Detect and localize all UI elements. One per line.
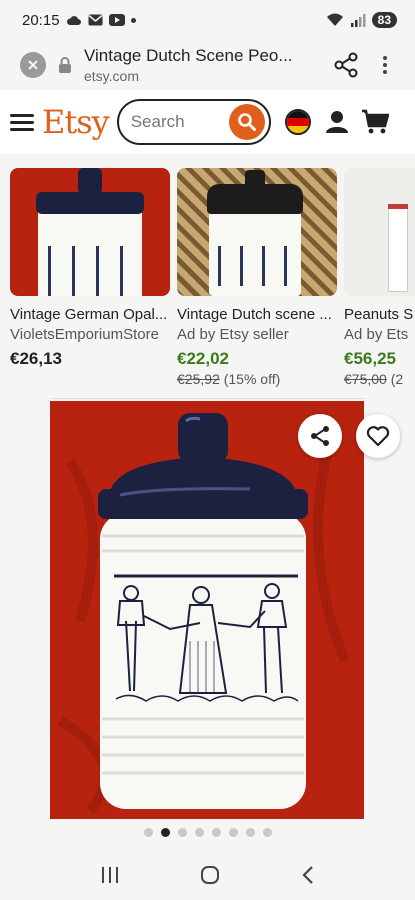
pagination-dot[interactable] [177, 828, 187, 837]
listing-image[interactable] [10, 168, 170, 296]
listing-price: €56,25 [344, 349, 396, 368]
youtube-icon [108, 14, 125, 26]
listing-title[interactable]: Vintage German Opal... [10, 306, 170, 323]
listing-card[interactable]: Vintage Dutch scene ... Ad by Etsy selle… [177, 168, 337, 387]
system-nav-bar [0, 850, 415, 900]
etsy-logo[interactable]: Etsy [42, 103, 110, 141]
related-listings-carousel[interactable]: Vintage German Opal... VioletsEmporiumSt… [10, 168, 415, 398]
wifi-icon [326, 13, 343, 26]
status-bar: 20:15 83 [0, 0, 415, 40]
share-icon[interactable] [331, 50, 361, 80]
favorite-button[interactable] [356, 414, 400, 458]
page-domain: etsy.com [84, 68, 139, 84]
pagination-dot-active[interactable] [160, 828, 170, 837]
battery-badge: 83 [371, 12, 397, 28]
signal-icon [350, 14, 366, 27]
heart-icon [366, 426, 390, 447]
listing-shop: Ad by Ets [344, 326, 409, 343]
pagination-dot[interactable] [211, 828, 221, 837]
listing-title[interactable]: Vintage Dutch scene ... [177, 306, 337, 323]
flag-de-icon[interactable] [284, 109, 311, 135]
listing-old-price: €75,00 (2 [344, 371, 415, 387]
listing-price: €26,13 [10, 349, 62, 368]
cloud-icon [66, 16, 81, 25]
notification-dot [130, 17, 136, 23]
recents-icon[interactable] [100, 866, 120, 884]
page-title: Vintage Dutch Scene Peo... [84, 46, 293, 65]
more-icon[interactable] [375, 56, 395, 74]
home-icon[interactable] [200, 865, 220, 885]
listing-card[interactable]: Vintage German Opal... VioletsEmporiumSt… [10, 168, 170, 369]
listing-shop: Ad by Etsy seller [177, 326, 289, 343]
search-input[interactable] [130, 112, 227, 132]
listing-image[interactable] [177, 168, 337, 296]
listing-image[interactable] [344, 168, 415, 296]
search-button[interactable] [228, 104, 265, 140]
close-tab-button[interactable] [20, 52, 46, 78]
main-product-image[interactable] [50, 401, 364, 819]
menu-icon[interactable] [10, 113, 34, 131]
pagination-dot[interactable] [194, 828, 204, 837]
pagination-dot[interactable] [228, 828, 238, 837]
share-icon [311, 426, 329, 446]
listing-price: €22,02 [177, 349, 229, 368]
cart-icon[interactable] [361, 109, 389, 135]
lock-icon [59, 57, 71, 73]
listing-original-price: €75,00 [344, 371, 387, 387]
etsy-header: Etsy [0, 90, 415, 154]
mail-icon [88, 14, 103, 26]
section-divider [50, 398, 365, 399]
listing-shop: VioletsEmporiumStore [10, 326, 159, 343]
share-button[interactable] [298, 414, 342, 458]
image-pagination [0, 828, 415, 837]
close-icon [28, 60, 38, 70]
listing-discount: (15% off) [223, 371, 281, 387]
search-icon [237, 113, 256, 131]
listing-discount: (2 [390, 371, 404, 387]
url-display[interactable]: Vintage Dutch Scene Peo... etsy.com [84, 46, 323, 84]
browser-url-bar: Vintage Dutch Scene Peo... etsy.com [0, 40, 415, 90]
pagination-dot[interactable] [262, 828, 272, 837]
pagination-dot[interactable] [143, 828, 153, 837]
back-icon[interactable] [301, 865, 315, 885]
search-box[interactable] [116, 99, 271, 145]
listing-card[interactable]: Peanuts S Ad by Ets €56,25 €75,00 (2 [344, 168, 415, 387]
product-photo [50, 401, 364, 819]
listing-original-price: €25,92 [177, 371, 220, 387]
user-icon[interactable] [325, 109, 349, 135]
listing-old-price: €25,92 (15% off) [177, 371, 337, 387]
pagination-dot[interactable] [245, 828, 255, 837]
listing-title[interactable]: Peanuts S [344, 306, 415, 323]
status-time: 20:15 [22, 11, 60, 29]
